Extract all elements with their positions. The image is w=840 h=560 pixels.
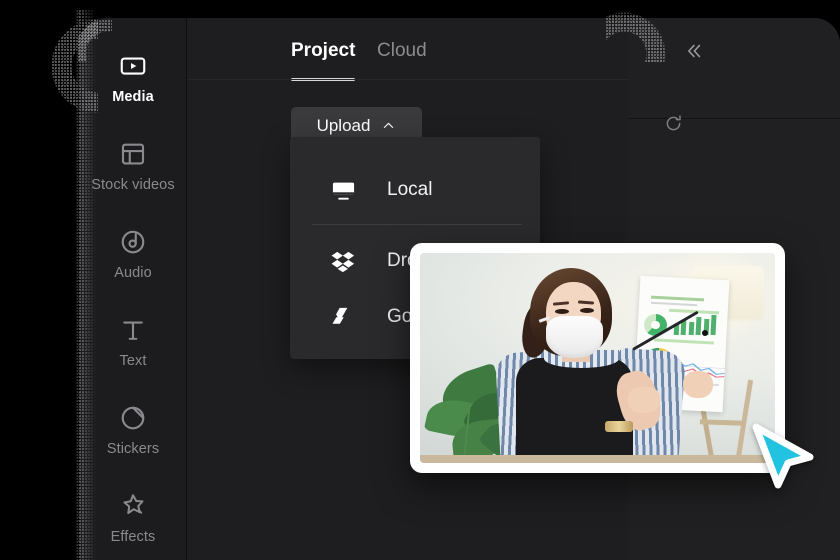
chevron-double-left-icon bbox=[682, 40, 704, 67]
sticker-circle-icon bbox=[118, 403, 148, 433]
panel-tabs: Project Cloud bbox=[187, 18, 628, 70]
sidebar-item-text[interactable]: Text bbox=[80, 298, 186, 386]
sidebar-item-stickers[interactable]: Stickers bbox=[80, 386, 186, 474]
sidebar-item-audio[interactable]: Audio bbox=[80, 210, 186, 298]
media-thumbnail-image bbox=[420, 253, 775, 463]
sidebar-item-label: Media bbox=[112, 89, 154, 106]
google-drive-icon bbox=[330, 304, 357, 331]
tab-project[interactable]: Project bbox=[291, 40, 355, 62]
effects-star-icon bbox=[118, 491, 148, 521]
tool-rail: Media Stock videos Audio Text Stickers E… bbox=[80, 18, 187, 560]
chevron-up-icon bbox=[381, 118, 396, 133]
media-thumbnail-card[interactable] bbox=[410, 243, 785, 473]
tab-cloud[interactable]: Cloud bbox=[377, 40, 427, 62]
collapse-panel-button[interactable] bbox=[674, 36, 712, 70]
sidebar-item-label: Stock videos bbox=[91, 177, 175, 194]
upload-button-label: Upload bbox=[316, 115, 371, 135]
menu-item-label: Local bbox=[387, 179, 433, 200]
refresh-button[interactable] bbox=[657, 110, 689, 142]
text-t-icon bbox=[118, 315, 148, 345]
sidebar-item-media[interactable]: Media bbox=[80, 34, 186, 122]
menu-separator bbox=[312, 224, 522, 225]
audio-note-icon bbox=[118, 227, 148, 257]
monitor-icon bbox=[330, 177, 357, 204]
sidebar-item-stock-videos[interactable]: Stock videos bbox=[80, 122, 186, 210]
sidebar-item-effects[interactable]: Effects bbox=[80, 474, 186, 560]
sidebar-item-label: Effects bbox=[110, 529, 156, 546]
media-play-icon bbox=[118, 51, 148, 81]
layout-grid-icon bbox=[118, 139, 148, 169]
tabs-rule bbox=[187, 79, 628, 80]
app-root: Media Stock videos Audio Text Stickers E… bbox=[0, 0, 840, 560]
dropbox-icon bbox=[330, 248, 357, 275]
sidebar-item-label: Stickers bbox=[106, 441, 160, 458]
sidebar-item-label: Text bbox=[119, 353, 147, 370]
menu-item-local[interactable]: Local bbox=[290, 162, 540, 218]
sidebar-item-label: Audio bbox=[114, 265, 152, 282]
refresh-icon bbox=[663, 113, 684, 139]
arrow-pointer-cursor bbox=[748, 417, 820, 499]
